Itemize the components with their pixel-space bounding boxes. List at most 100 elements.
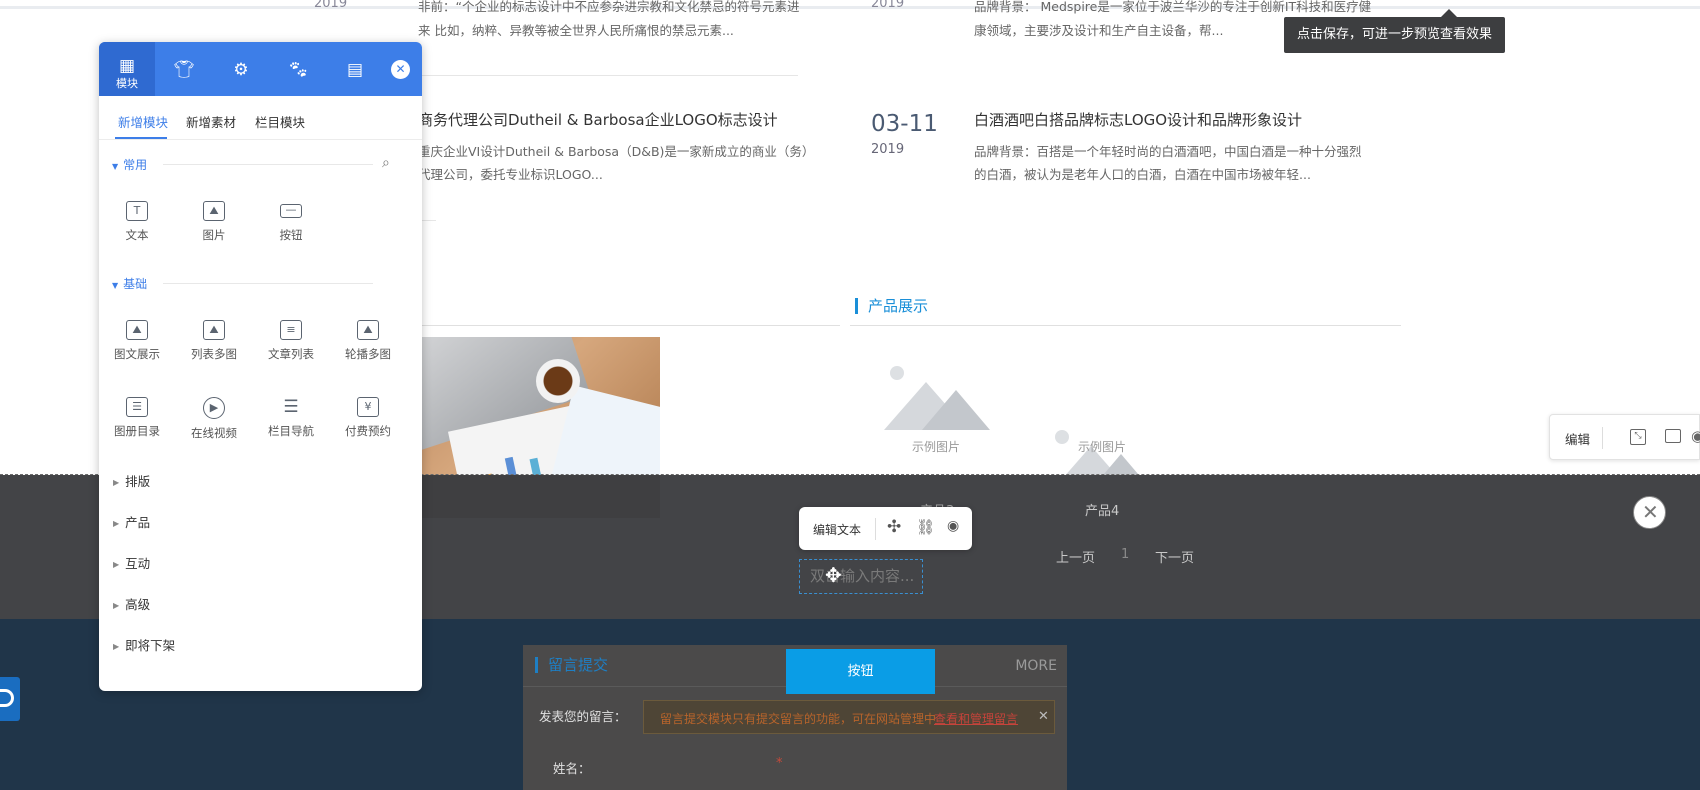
more-link[interactable]: MORE [1015, 658, 1057, 674]
required-mark: * [776, 756, 783, 771]
tab-theme[interactable]: 👕︎ [156, 42, 212, 96]
eye-icon[interactable]: ◉ [947, 518, 959, 534]
search-icon[interactable]: ⌕ [382, 155, 390, 171]
tool-album[interactable]: ☰ 图册目录 [107, 397, 167, 439]
caret-right-icon: ▶ [113, 601, 120, 610]
tab-settings[interactable]: ⚙ [213, 42, 269, 96]
group-common-toggle[interactable]: ▼ 常用 [112, 156, 147, 173]
mountain-graphic [922, 390, 990, 430]
toolbar-divider [875, 518, 876, 540]
module-toolbar: 编辑 ⤡ ◉ [1549, 414, 1700, 460]
product-image-placeholder[interactable] [884, 366, 990, 430]
section-title-products: 产品展示 [855, 298, 928, 314]
news-summary: 的白酒，被认为是老年人口的白酒，白酒在中国市场被年轻... [974, 167, 1311, 182]
tool-label: 文本 [125, 228, 149, 242]
tab-modules[interactable]: ▦ 模块 [99, 42, 155, 96]
copy-icon[interactable] [1665, 429, 1681, 443]
pinwheel-icon[interactable]: ✣ [887, 517, 901, 537]
toolbar-divider [1602, 427, 1603, 449]
close-glyph: ✕ [1642, 500, 1659, 524]
tool-label: 列表多图 [191, 347, 237, 361]
edit-text-button[interactable]: 编辑文本 [813, 521, 861, 538]
news-summary: 代理公司，委托专业标识LOGO... [418, 167, 603, 182]
notice-text: 留言提交模块只有提交留言的功能，可在网站管理中 [660, 712, 937, 726]
group-layout-toggle[interactable]: ▶ 排版 [113, 471, 150, 490]
tool-article-list[interactable]: ≡ 文章列表 [261, 320, 321, 362]
subtab-new-module[interactable]: 新增模块 [118, 112, 168, 131]
caret-down-icon: ▼ [112, 162, 119, 171]
panel-tab-bar: ▦ 模块 👕︎ ⚙ 🐾︎ ▤ ✕ [99, 42, 422, 96]
close-icon[interactable]: ✕ [1633, 496, 1666, 529]
group-label: 常用 [123, 158, 148, 172]
tab-pages[interactable]: ▤ [327, 42, 383, 96]
tool-button[interactable]: — 按钮 [261, 201, 321, 243]
carousel-icon: ⛰ [357, 320, 379, 340]
tool-list-images[interactable]: ⛰ 列表多图 [184, 320, 244, 362]
product-name[interactable]: 产品4 [1085, 500, 1119, 519]
move-cursor-icon: ✥ [825, 563, 842, 587]
caret-right-icon: ▶ [113, 560, 120, 569]
tool-image[interactable]: ⛰ 图片 [184, 201, 244, 243]
news-date-day: 03-11 [871, 111, 938, 137]
group-advanced-toggle[interactable]: ▶ 高级 [113, 594, 150, 613]
document-icon: ▤ [346, 60, 364, 80]
shirt-icon: 👕︎ [173, 60, 195, 80]
group-interactive-toggle[interactable]: ▶ 互动 [113, 553, 150, 572]
group-label: 产品 [125, 515, 151, 530]
pager-page-number[interactable]: 1 [1121, 547, 1129, 562]
play-icon: ▶ [203, 397, 225, 419]
tooltip-arrow [1441, 9, 1457, 17]
tool-paid-booking[interactable]: ¥ 付费预约 [338, 397, 398, 439]
message-label: 发表您的留言： [539, 709, 627, 724]
caret-right-icon: ▶ [113, 519, 120, 528]
tool-carousel[interactable]: ⛰ 轮播多图 [338, 320, 398, 362]
subtab-divider [99, 139, 422, 140]
save-tooltip: 点击保存，可进一步预览查看效果 [1284, 17, 1505, 53]
tool-label: 付费预约 [345, 424, 391, 438]
group-divider [163, 283, 373, 284]
close-icon[interactable]: ✕ [1038, 709, 1049, 724]
side-tab[interactable] [0, 677, 20, 721]
caret-down-icon: ▼ [112, 281, 119, 290]
subtab-new-material[interactable]: 新增素材 [186, 112, 236, 131]
paw-icon: 🐾︎ [287, 60, 309, 80]
crop-icon[interactable]: ⤡ [1630, 429, 1646, 445]
eye-icon[interactable]: ◉ [1691, 427, 1700, 445]
news-date-year: 2019 [314, 0, 348, 11]
group-label: 排版 [125, 474, 151, 489]
list-images-icon: ⛰ [203, 320, 225, 340]
section-divider [418, 325, 840, 326]
tool-column-nav[interactable]: ☰ 栏目导航 [261, 397, 321, 439]
subtab-column-module[interactable]: 栏目模块 [255, 112, 305, 131]
tool-text[interactable]: T 文本 [107, 201, 167, 243]
text-module-input[interactable]: 双击输入内容... [799, 559, 923, 594]
tool-video[interactable]: ▶ 在线视频 [184, 397, 244, 441]
pager-prev[interactable]: 上一页 [1056, 547, 1095, 566]
tool-label: 栏目导航 [268, 424, 314, 438]
news-title-link[interactable]: 商务代理公司Dutheil & Barbosa企业LOGO标志设计 [418, 109, 778, 130]
product-caption: 示例图片 [912, 440, 961, 454]
button-module[interactable]: 按钮 [786, 649, 935, 694]
caret-right-icon: ▶ [113, 478, 120, 487]
group-deprecated-toggle[interactable]: ▶ 即将下架 [113, 635, 175, 654]
product-caption: 示例图片 [1078, 440, 1127, 454]
group-label: 互动 [125, 556, 151, 571]
caret-right-icon: ▶ [113, 642, 120, 651]
article-list-icon: ≡ [280, 320, 302, 340]
group-product-toggle[interactable]: ▶ 产品 [113, 512, 150, 531]
manage-messages-link[interactable]: 查看和管理留言 [934, 710, 1018, 727]
news-title-link[interactable]: 白酒酒吧白搭品牌标志LOGO设计和品牌形象设计 [974, 109, 1302, 130]
tab-label: 模块 [116, 77, 138, 90]
message-form-title: 留言提交 [535, 657, 608, 673]
tool-label: 轮播多图 [345, 347, 391, 361]
group-basic-toggle[interactable]: ▼ 基础 [112, 275, 147, 292]
grid-icon: ▦ [118, 56, 136, 76]
pager-next[interactable]: 下一页 [1155, 547, 1194, 566]
tool-image-text[interactable]: ⛰ 图文展示 [107, 320, 167, 362]
edit-button[interactable]: 编辑 [1565, 429, 1590, 448]
news-summary: 非前：“个企业的标志设计中不应参杂进宗教和文化禁忌的符号元素进来 比如，纳粹、异… [418, 0, 800, 38]
close-icon[interactable]: ✕ [391, 60, 410, 79]
link-icon[interactable]: ⛓ [916, 518, 935, 536]
image-text-icon: ⛰ [126, 320, 148, 340]
tab-pet[interactable]: 🐾︎ [270, 42, 326, 96]
